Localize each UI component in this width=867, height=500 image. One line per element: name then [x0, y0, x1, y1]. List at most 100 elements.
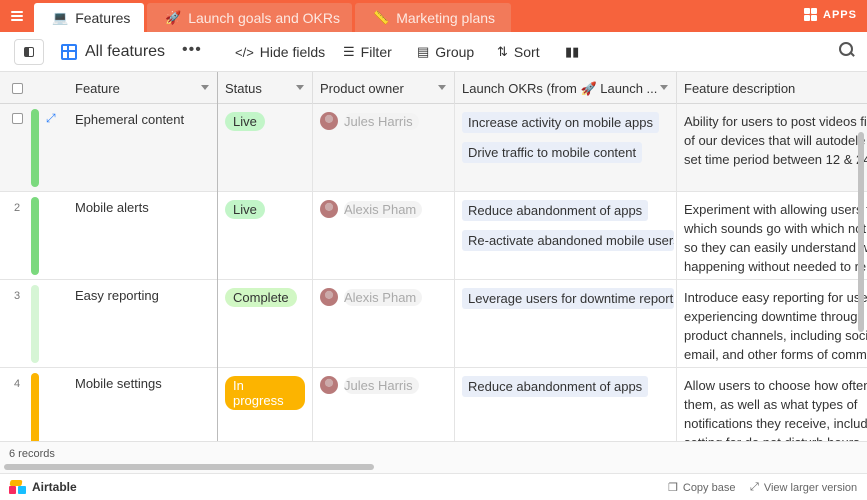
sidebar-icon [24, 47, 34, 57]
status-badge: Live [225, 112, 265, 131]
table-row[interactable]: ⤢ Ephemeral content Live Jules Harris In… [0, 104, 867, 192]
description-line: happening without needed to re [684, 259, 867, 274]
vertical-scrollbar[interactable] [858, 132, 864, 332]
row-number: 4 [14, 378, 21, 390]
status-cell[interactable]: In progress [218, 368, 313, 441]
column-header-feature[interactable]: Feature [68, 72, 218, 104]
okr-cell[interactable]: Reduce abandonment of apps Re-activate a… [455, 192, 677, 280]
copy-icon: ❐ [668, 482, 678, 494]
sort-button[interactable]: ⇅ Sort [497, 44, 540, 60]
table-row[interactable]: 3 Easy reporting Complete Alexis Pham Le… [0, 280, 867, 368]
column-title: Feature [75, 81, 120, 96]
status-badge: Live [225, 200, 265, 219]
view-name[interactable]: All features [85, 43, 165, 61]
status-cell[interactable]: Live [218, 192, 313, 280]
chevron-down-icon[interactable] [296, 85, 304, 90]
column-header-product-owner[interactable]: Product owner [313, 72, 455, 104]
apps-label: APPS [823, 8, 857, 21]
okr-cell[interactable]: Increase activity on mobile apps Drive t… [455, 104, 677, 192]
view-options-button[interactable]: ••• [182, 41, 202, 59]
owner-cell[interactable]: Alexis Pham [313, 280, 455, 368]
hamburger-icon [10, 11, 23, 21]
column-title: Launch OKRs (from 🚀 Launch ... [462, 81, 658, 96]
chevron-down-icon[interactable] [201, 85, 209, 90]
horizontal-scrollbar[interactable] [4, 464, 374, 470]
menu-button[interactable] [0, 0, 33, 32]
search-icon[interactable] [839, 42, 855, 58]
column-title: Status [225, 81, 262, 96]
description-line: which sounds go with which noti [684, 221, 867, 236]
okr-link: Drive traffic to mobile content [462, 142, 643, 163]
chevron-down-icon[interactable] [660, 85, 668, 90]
ruler-icon: 📏 [373, 9, 390, 25]
top-tab-bar: 💻 Features 🚀 Launch goals and OKRs 📏 Mar… [0, 0, 867, 32]
owner-cell[interactable]: Jules Harris [313, 368, 455, 441]
column-header-launch-okrs[interactable]: Launch OKRs (from 🚀 Launch ... [455, 72, 677, 104]
view-larger-link[interactable]: ⤢ View larger version [750, 481, 857, 494]
hide-fields-label: Hide fields [259, 44, 326, 60]
description-cell[interactable]: Experiment with allowing users t which s… [677, 192, 867, 280]
chevron-down-icon[interactable] [438, 85, 446, 90]
owner-name: Alexis Pham [344, 200, 423, 218]
frozen-column-divider[interactable] [217, 72, 218, 441]
description-cell[interactable]: Allow users to choose how often them, as… [677, 368, 867, 441]
apps-button[interactable]: APPS [804, 8, 857, 21]
group-icon: ▤ [417, 44, 430, 59]
records-grid: Feature Status Product owner Launch OKRs… [0, 72, 867, 441]
row-height-button[interactable]: ▮▮ [565, 44, 585, 60]
tab-launch-goals[interactable]: 🚀 Launch goals and OKRs [147, 3, 352, 32]
airtable-logo-icon [9, 480, 27, 494]
expand-icon: ⤢ [750, 481, 759, 493]
column-header-status[interactable]: Status [218, 72, 313, 104]
filter-button[interactable]: ☰ Filter [343, 44, 392, 60]
group-button[interactable]: ▤ Group [417, 44, 474, 60]
row-number: 3 [14, 290, 21, 302]
hide-fields-button[interactable]: </> Hide fields [235, 44, 325, 60]
toggle-sidebar-button[interactable] [14, 39, 44, 65]
expand-record-icon[interactable]: ⤢ [46, 111, 56, 126]
select-all-checkbox[interactable] [12, 83, 23, 94]
description-cell[interactable]: Ability for users to post videos fi of o… [677, 104, 867, 192]
copy-base-link[interactable]: ❐ Copy base [668, 481, 735, 495]
filter-icon: ☰ [343, 44, 355, 59]
feature-cell[interactable]: Mobile alerts [68, 192, 218, 280]
record-count: 6 records [9, 448, 55, 460]
description-cell[interactable]: Introduce easy reporting for use experie… [677, 280, 867, 368]
okr-cell[interactable]: Leverage users for downtime reporting [455, 280, 677, 368]
tab-label: Launch goals and OKRs [188, 9, 340, 26]
tab-features[interactable]: 💻 Features [34, 3, 144, 32]
feature-cell[interactable]: Easy reporting [68, 280, 218, 368]
feature-cell[interactable]: Mobile settings [68, 368, 218, 441]
description-line: notifications they receive, includ [684, 416, 867, 431]
okr-link: Reduce abandonment of apps [462, 376, 649, 397]
status-cell[interactable]: Complete [218, 280, 313, 368]
description-line: product channels, including soci [684, 328, 867, 343]
grid-footer: 6 records [0, 441, 867, 473]
status-cell[interactable]: Live [218, 104, 313, 192]
okr-cell[interactable]: Reduce abandonment of apps [455, 368, 677, 441]
table-row[interactable]: 4 Mobile settings In progress Jules Harr… [0, 368, 867, 441]
tab-label: Marketing plans [396, 9, 496, 26]
airtable-brand[interactable]: Airtable [9, 480, 77, 494]
row-checkbox[interactable] [12, 113, 23, 124]
group-label: Group [435, 44, 475, 60]
sort-icon: ⇅ [497, 44, 508, 59]
description-line: email, and other forms of comm [684, 347, 867, 362]
row-color-bar [31, 373, 39, 441]
owner-cell[interactable]: Alexis Pham [313, 192, 455, 280]
view-toolbar: All features ••• </> Hide fields ☰ Filte… [0, 32, 867, 72]
table-row[interactable]: 2 Mobile alerts Live Alexis Pham Reduce … [0, 192, 867, 280]
feature-name: Mobile alerts [75, 200, 149, 215]
row-height-icon: ▮▮ [565, 44, 580, 59]
column-header-feature-description[interactable]: Feature description [677, 72, 867, 104]
owner-name: Jules Harris [344, 112, 419, 130]
filter-label: Filter [360, 44, 392, 60]
okr-link: Leverage users for downtime reporting [462, 288, 674, 309]
rocket-icon: 🚀 [165, 9, 182, 25]
column-title: Feature description [684, 81, 796, 96]
tab-marketing-plans[interactable]: 📏 Marketing plans [355, 3, 511, 32]
description-line: set time period between 12 & 24 [684, 152, 867, 167]
feature-cell[interactable]: Ephemeral content [68, 104, 218, 192]
owner-cell[interactable]: Jules Harris [313, 104, 455, 192]
description-line: so they can easily understand wh [684, 240, 867, 255]
